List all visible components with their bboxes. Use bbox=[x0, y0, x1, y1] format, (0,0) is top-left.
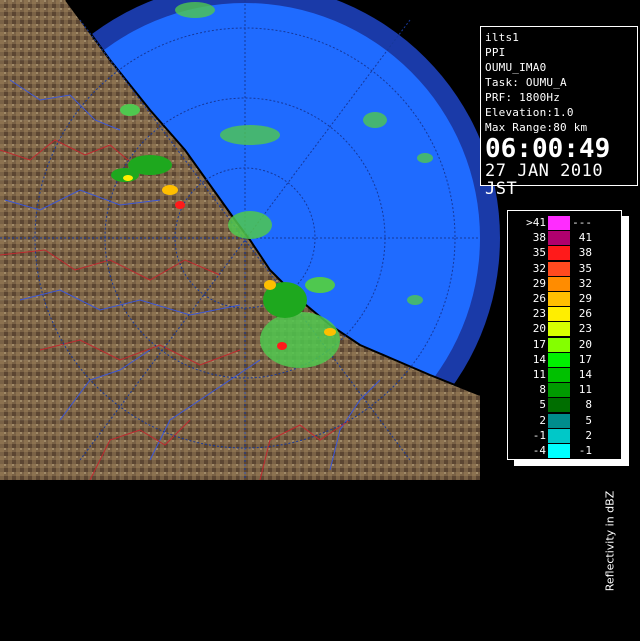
legend-row: 26 29 bbox=[508, 291, 621, 307]
info-elevation: Elevation:1.0 bbox=[485, 106, 574, 119]
legend-row: 38 41 bbox=[508, 230, 621, 246]
info-time: 06:00:49 bbox=[485, 134, 611, 164]
legend-lower-bound: 17 bbox=[532, 337, 546, 351]
legend-upper-bound: 29 bbox=[578, 292, 592, 305]
legend-lower-bound: 2 bbox=[539, 413, 546, 427]
legend-row: 58 bbox=[508, 397, 621, 413]
legend-upper-bound: 11 bbox=[578, 383, 592, 397]
legend-lower-bound: -1 bbox=[532, 428, 546, 442]
legend-row: >41 --- bbox=[508, 215, 621, 231]
legend-upper-bound: -1 bbox=[578, 444, 592, 457]
legend-upper-bound: --- bbox=[572, 216, 592, 229]
info-product: ilts1 bbox=[485, 31, 520, 44]
legend-row: 14 17 bbox=[508, 352, 621, 368]
legend-upper-bound: 17 bbox=[578, 352, 592, 366]
legend-color-swatch bbox=[548, 383, 570, 398]
info-prf: PRF: 1800Hz bbox=[485, 91, 561, 104]
legend-upper-bound: 5 bbox=[585, 413, 592, 427]
legend-lower-bound: 38 bbox=[532, 231, 546, 245]
legend-row: 25 bbox=[508, 413, 621, 429]
legend-row: 20 23 bbox=[508, 321, 621, 337]
legend-color-swatch bbox=[548, 444, 570, 458]
legend-row: 23 26 bbox=[508, 306, 621, 322]
legend-upper-bound: 41 bbox=[578, 231, 592, 245]
legend-upper-bound: 8 bbox=[585, 398, 592, 412]
info-max-range: Max Range:80 km bbox=[485, 121, 588, 134]
legend-color-swatch bbox=[548, 261, 570, 276]
legend-lower-bound: 5 bbox=[539, 398, 546, 412]
legend-row: 29 32 bbox=[508, 276, 621, 292]
legend-color-swatch bbox=[548, 231, 570, 246]
legend-lower-bound: 32 bbox=[532, 261, 546, 275]
legend-row: 17 20 bbox=[508, 337, 621, 353]
legend-lower-bound: >41 bbox=[526, 216, 546, 229]
legend-lower-bound: -4 bbox=[532, 444, 546, 457]
legend-lower-bound: 23 bbox=[532, 307, 546, 321]
legend-color-swatch bbox=[548, 276, 570, 291]
legend-row: 11 14 bbox=[508, 367, 621, 383]
legend-color-swatch bbox=[548, 413, 570, 428]
legend-lower-bound: 14 bbox=[532, 352, 546, 366]
legend-upper-bound: 20 bbox=[578, 337, 592, 351]
legend-color-swatch bbox=[548, 246, 570, 261]
legend-row: 8 11 bbox=[508, 382, 621, 398]
legend-lower-bound: 29 bbox=[532, 276, 546, 290]
legend-upper-bound: 32 bbox=[578, 276, 592, 290]
legend-upper-bound: 35 bbox=[578, 261, 592, 275]
legend-color-swatch bbox=[548, 307, 570, 322]
info-scan-type: PPI bbox=[485, 46, 506, 59]
legend-upper-bound: 2 bbox=[585, 428, 592, 442]
legend-lower-bound: 35 bbox=[532, 246, 546, 260]
legend-color-swatch bbox=[548, 216, 570, 230]
legend-upper-bound: 23 bbox=[578, 322, 592, 336]
legend-color-swatch bbox=[548, 352, 570, 367]
legend-color-swatch bbox=[548, 292, 570, 306]
legend-color-swatch bbox=[548, 322, 570, 337]
legend-title: Reflectivity in dBZ bbox=[603, 441, 617, 641]
legend-row: 35 38 bbox=[508, 245, 621, 261]
legend-lower-bound: 8 bbox=[539, 383, 546, 397]
legend-upper-bound: 38 bbox=[578, 246, 592, 260]
legend-title-text: Reflectivity in dBZ bbox=[603, 490, 617, 592]
legend-upper-bound: 14 bbox=[578, 368, 592, 381]
legend-lower-bound: 11 bbox=[532, 368, 546, 381]
legend-upper-bound: 26 bbox=[578, 307, 592, 321]
legend-row: 32 35 bbox=[508, 261, 621, 277]
legend-lower-bound: 26 bbox=[532, 292, 546, 305]
legend-color-swatch bbox=[548, 428, 570, 443]
info-date: 27 JAN 2010 JST bbox=[485, 161, 604, 199]
info-station: OUMU_IMA0 bbox=[485, 61, 547, 74]
legend-lower-bound: 20 bbox=[532, 322, 546, 336]
legend-color-swatch bbox=[548, 337, 570, 352]
legend-color-swatch bbox=[548, 368, 570, 382]
radar-info-panel: ilts1 PPI OUMU_IMA0 Task: OUMU_A PRF: 18… bbox=[480, 26, 638, 198]
legend-color-swatch bbox=[548, 398, 570, 413]
info-task: Task: OUMU_A bbox=[485, 76, 567, 89]
reflectivity-legend: >41 --- 38 41 35 38 32 35 29 32 26 29 23 26 20 23 17 20 14… bbox=[507, 210, 622, 591]
